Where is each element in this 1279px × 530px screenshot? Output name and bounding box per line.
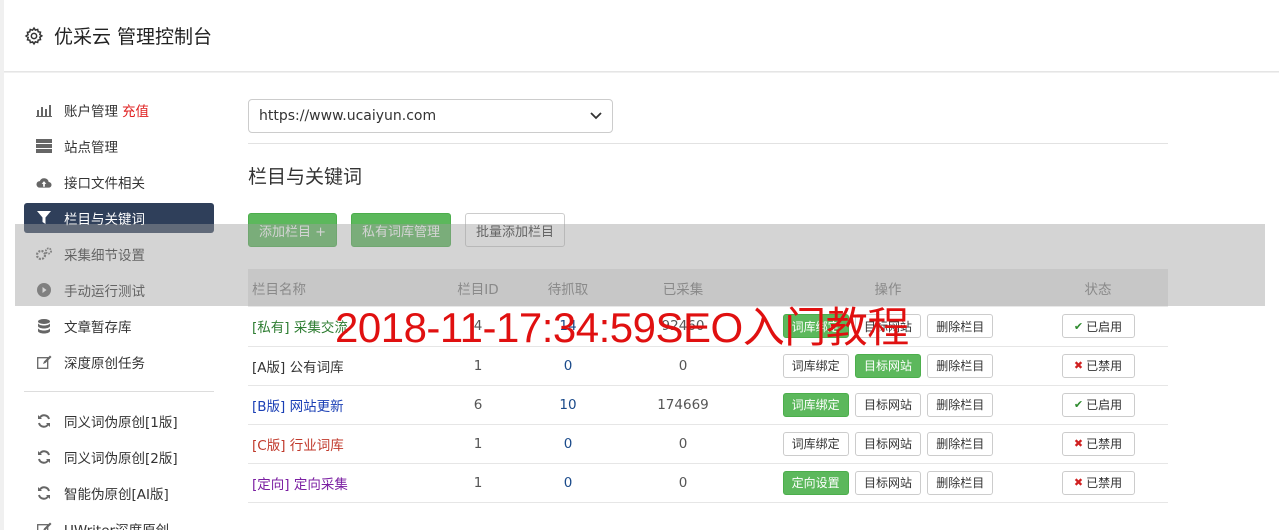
status-cell: ✔ 已启用: [1028, 307, 1168, 347]
close-icon: ✖: [1073, 476, 1084, 489]
collected-count: 0: [618, 424, 748, 464]
sidebar-item-label: 智能伪原创[AI版]: [64, 487, 169, 503]
edit-icon: [36, 354, 52, 370]
status-cell: ✖ 已禁用: [1028, 346, 1168, 386]
delete-column-button[interactable]: 删除栏目: [927, 353, 994, 378]
sidebar-item-interface-files[interactable]: 接口文件相关: [24, 167, 214, 197]
recharge-link[interactable]: 充值: [122, 100, 149, 120]
table-row: [B版] 网站更新 6 10 174669 词库绑定 目标网站 删除栏目 ✔ 已启…: [248, 385, 1168, 425]
delete-column-button[interactable]: 删除栏目: [927, 470, 994, 495]
page-title: 优采云 管理控制台: [54, 26, 213, 48]
site-select-value: https://www.ucaiyun.com: [259, 108, 437, 124]
column-tag: [定向]: [252, 476, 290, 493]
sidebar-item-label: 账户管理: [64, 104, 118, 120]
main-divider: [248, 143, 1168, 144]
refresh-icon: [36, 449, 52, 465]
pending-count: 10: [518, 385, 618, 425]
check-icon: ✔: [1073, 319, 1084, 333]
cloud-upload-icon: [36, 174, 52, 190]
server-icon: [36, 138, 52, 154]
close-icon: ✖: [1073, 359, 1084, 372]
lexicon-bind-button[interactable]: 词库绑定: [782, 431, 849, 456]
status-cell: ✔ 已启用: [1028, 385, 1168, 425]
status-toggle[interactable]: ✔ 已启用: [1061, 392, 1135, 417]
status-toggle[interactable]: ✖ 已禁用: [1061, 353, 1135, 378]
status-label: 已禁用: [1086, 437, 1123, 451]
sidebar-item-uwriter[interactable]: UWriter深度原创: [24, 514, 214, 530]
target-site-button[interactable]: 目标网站: [854, 392, 921, 417]
actions-cell: 词库绑定 目标网站 删除栏目: [748, 385, 1028, 425]
sidebar-item-article-store[interactable]: 文章暂存库: [24, 311, 214, 341]
sidebar-item-synonym-v1[interactable]: 同义词伪原创[1版]: [24, 406, 214, 436]
delete-column-button[interactable]: 删除栏目: [927, 392, 994, 417]
status-cell: ✖ 已禁用: [1028, 463, 1168, 503]
actions-cell: 词库绑定 目标网站 删除栏目: [748, 424, 1028, 464]
delete-column-button[interactable]: 删除栏目: [927, 431, 994, 456]
sidebar-item-synonym-v2[interactable]: 同义词伪原创[2版]: [24, 442, 214, 472]
section-title: 栏目与关键词: [248, 166, 363, 188]
status-label: 已禁用: [1086, 476, 1123, 490]
actions-cell: 定向设置 目标网站 删除栏目: [748, 463, 1028, 503]
page-header: 优采云 管理控制台: [4, 0, 1279, 72]
sidebar-item-sites[interactable]: 站点管理: [24, 131, 214, 161]
column-name-link[interactable]: 公有词库: [290, 360, 344, 376]
column-tag: [B版]: [252, 398, 286, 415]
target-site-button[interactable]: 目标网站: [854, 431, 921, 456]
column-id: 1: [438, 463, 518, 503]
chevron-down-icon: [590, 112, 602, 120]
edit-icon: [36, 521, 52, 530]
column-name-cell: [B版] 网站更新: [248, 385, 438, 425]
column-tag: [C版]: [252, 437, 286, 454]
sidebar-item-label: UWriter深度原创: [64, 519, 169, 530]
status-toggle[interactable]: ✖ 已禁用: [1061, 470, 1135, 495]
gear-icon: [24, 26, 44, 45]
status-label: 已禁用: [1086, 359, 1123, 373]
sidebar-item-account[interactable]: 账户管理 充值: [24, 95, 214, 125]
database-icon: [36, 318, 52, 334]
target-site-button[interactable]: 目标网站: [854, 353, 921, 378]
status-label: 已启用: [1086, 319, 1123, 334]
status-label: 已启用: [1086, 398, 1123, 412]
refresh-icon: [36, 413, 52, 429]
sidebar: 账户管理 充值 站点管理 接口文件相关 栏目与关键词 采集细节设置 手动运行测试…: [24, 95, 214, 530]
status-toggle[interactable]: ✖ 已禁用: [1061, 431, 1135, 456]
collected-count: 174669: [618, 385, 748, 425]
site-select[interactable]: https://www.ucaiyun.com: [248, 99, 613, 133]
column-id: 1: [438, 424, 518, 464]
column-id: 6: [438, 385, 518, 425]
column-name-cell: [定向] 定向采集: [248, 463, 438, 503]
column-name-cell: [C版] 行业词库: [248, 424, 438, 464]
pending-count: 0: [518, 424, 618, 464]
directed-settings-button[interactable]: 定向设置: [782, 470, 849, 495]
bar-chart-icon: [36, 102, 52, 118]
sidebar-item-label: 同义词伪原创[2版]: [64, 451, 178, 467]
lexicon-bind-button[interactable]: 词库绑定: [782, 392, 849, 417]
collected-count: 0: [618, 463, 748, 503]
refresh-icon: [36, 485, 52, 501]
column-name-link[interactable]: 行业词库: [290, 438, 344, 454]
column-name-link[interactable]: 定向采集: [294, 477, 348, 493]
column-name-link[interactable]: 网站更新: [290, 399, 344, 415]
status-cell: ✖ 已禁用: [1028, 424, 1168, 464]
sidebar-item-label: 接口文件相关: [64, 176, 145, 192]
sidebar-divider: [24, 391, 214, 392]
sidebar-item-label: 同义词伪原创[1版]: [64, 415, 178, 431]
lexicon-bind-button[interactable]: 词库绑定: [782, 353, 849, 378]
close-icon: ✖: [1073, 437, 1084, 450]
target-site-button[interactable]: 目标网站: [854, 470, 921, 495]
table-row: [C版] 行业词库 1 0 0 词库绑定 目标网站 删除栏目 ✖ 已禁用: [248, 424, 1168, 464]
status-toggle[interactable]: ✔ 已启用: [1061, 314, 1135, 339]
sidebar-item-label: 深度原创任务: [64, 356, 145, 372]
sidebar-item-label: 站点管理: [64, 140, 118, 156]
column-tag: [A版]: [252, 359, 286, 376]
pending-count: 0: [518, 463, 618, 503]
sidebar-item-deep-original[interactable]: 深度原创任务: [24, 347, 214, 377]
sidebar-item-ai-rewrite[interactable]: 智能伪原创[AI版]: [24, 478, 214, 508]
delete-column-button[interactable]: 删除栏目: [927, 314, 994, 339]
timestamp-watermark: 2018-11-17:34:59SEO入门教程: [335, 304, 909, 351]
sidebar-item-label: 文章暂存库: [64, 320, 132, 336]
table-row: [定向] 定向采集 1 0 0 定向设置 目标网站 删除栏目 ✖ 已禁用: [248, 463, 1168, 503]
check-icon: ✔: [1073, 398, 1084, 411]
column-tag: [私有]: [252, 320, 290, 337]
